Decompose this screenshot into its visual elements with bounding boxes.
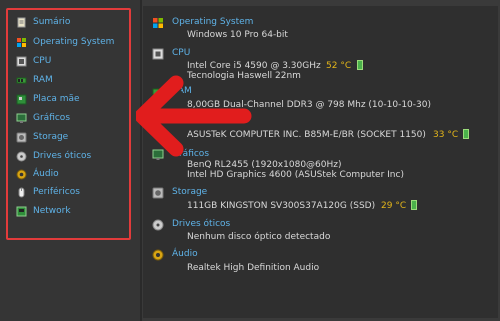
sidebar-item-label: Gráficos	[33, 113, 71, 123]
sidebar-item-label: Placa mãe	[33, 94, 80, 104]
optical-value: Nenhum disco óptico detectado	[187, 232, 331, 242]
ram-icon	[16, 77, 27, 83]
sidebar-item-optical-drives[interactable]: Drives óticos	[16, 148, 91, 164]
sidebar-item-label: Storage	[33, 132, 69, 142]
sidebar-item-label: RAM	[33, 75, 53, 85]
section-title-cpu: CPU	[172, 48, 191, 58]
section-title-optical: Drives óticos	[172, 219, 231, 229]
sidebar-item-summary[interactable]: Sumário	[16, 14, 70, 30]
windows-logo-icon	[153, 18, 163, 28]
speaker-icon	[152, 249, 164, 261]
temperature-icon	[357, 60, 363, 70]
temperature-icon	[411, 200, 417, 210]
mouse-icon	[18, 187, 25, 197]
cpu-icon	[16, 56, 27, 66]
sidebar-item-audio[interactable]: Áudio	[16, 166, 59, 182]
optical-drive-icon	[152, 219, 164, 231]
network-icon	[16, 206, 27, 216]
disk-icon	[16, 132, 27, 142]
section-title-os: Operating System	[172, 17, 254, 27]
temperature-icon	[463, 129, 469, 139]
section-title-storage: Storage	[172, 187, 208, 197]
monitor-icon	[16, 113, 27, 123]
cpu-model: Intel Core i5 4590 @ 3.30GHz	[187, 61, 321, 71]
os-value: Windows 10 Pro 64-bit	[187, 30, 288, 40]
storage-temperature: 29 °C	[381, 201, 407, 211]
motherboard-icon	[16, 94, 27, 104]
sidebar-item-network[interactable]: Network	[16, 203, 71, 219]
windows-logo-icon	[17, 37, 26, 47]
sidebar-item-storage[interactable]: Storage	[16, 129, 68, 145]
sidebar-item-label: Operating System	[33, 37, 115, 47]
audio-value: Realtek High Definition Audio	[187, 263, 320, 273]
red-arrow-annotation	[136, 75, 252, 157]
sidebar-item-label: Periféricos	[33, 187, 80, 197]
disk-icon	[152, 187, 164, 199]
cpu-temperature: 52 °C	[326, 61, 352, 71]
graphics-gpu: Intel HD Graphics 4600 (ASUStek Computer…	[187, 170, 404, 180]
storage-value: 111GB KINGSTON SV300S37A120G (SSD)	[187, 201, 376, 211]
sidebar-item-label: CPU	[33, 56, 52, 66]
sidebar-item-label: Sumário	[33, 17, 71, 27]
sidebar-item-cpu[interactable]: CPU	[16, 53, 51, 69]
sidebar-item-motherboard[interactable]: Placa mãe	[16, 91, 80, 107]
cpu-icon	[152, 48, 164, 60]
sidebar-item-label: Áudio	[33, 169, 59, 179]
summary-icon	[17, 17, 26, 27]
sidebar-item-graphics[interactable]: Gráficos	[16, 110, 70, 126]
speaker-icon	[16, 169, 27, 179]
sidebar-item-peripherals[interactable]: Periféricos	[16, 184, 80, 200]
section-title-audio: Áudio	[172, 249, 198, 259]
sidebar-item-operating-system[interactable]: Operating System	[16, 34, 114, 50]
sidebar-item-label: Network	[33, 206, 71, 216]
motherboard-temperature: 33 °C	[433, 130, 459, 140]
sidebar-item-label: Drives óticos	[33, 151, 92, 161]
sidebar-item-ram[interactable]: RAM	[16, 72, 53, 88]
optical-drive-icon	[16, 151, 27, 161]
